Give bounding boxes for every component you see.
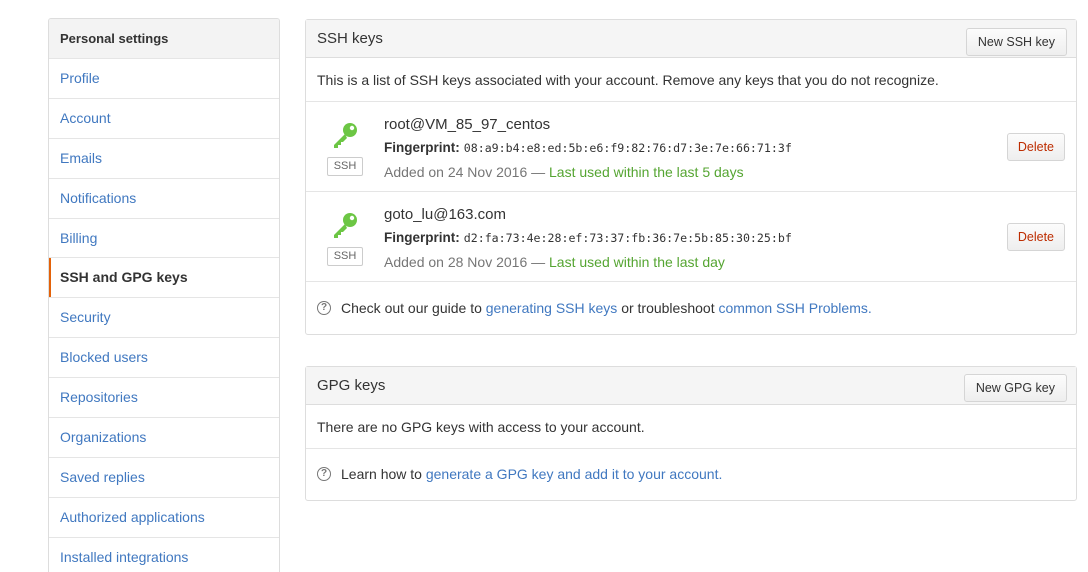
added-date: Added on 28 Nov 2016 —: [384, 254, 546, 270]
fingerprint-line: Fingerprint: d2:fa:73:4e:28:ef:73:37:fb:3…: [384, 230, 792, 245]
delete-key-button[interactable]: Delete: [1006, 223, 1065, 251]
fingerprint-value: 08:a9:b4:e8:ed:5b:e6:f9:82:76:d7:3e:7e:6…: [463, 141, 792, 155]
key-icon: [334, 213, 357, 238]
ssh-keys-intro: This is a list of SSH keys associated wi…: [306, 58, 1076, 102]
gpg-help-row: ? Learn how to generate a GPG key and ad…: [306, 449, 1076, 500]
key-icon: [334, 123, 357, 148]
ssh-help-suffix: .: [867, 300, 872, 316]
gpg-keys-panel: GPG keys New GPG key There are no GPG ke…: [305, 366, 1077, 501]
gpg-help-prefix: Learn how to: [341, 466, 422, 482]
sidebar-item-repositories[interactable]: Repositories: [49, 378, 279, 419]
ssh-key-row: SSH root@VM_85_97_centos Fingerprint: 08:…: [306, 102, 1076, 192]
ssh-help-prefix: Check out our guide to: [341, 300, 482, 316]
sidebar-header: Personal settings: [49, 19, 279, 59]
ssh-help-middle: or troubleshoot: [621, 300, 715, 316]
new-ssh-key-button[interactable]: New SSH key: [965, 28, 1067, 56]
fingerprint-label: Fingerprint:: [384, 140, 460, 155]
ssh-key-title: root@VM_85_97_centos: [384, 116, 551, 133]
added-line: Added on 24 Nov 2016 — Last used within …: [384, 164, 744, 180]
question-icon: ?: [317, 467, 331, 481]
sidebar-item-profile[interactable]: Profile: [49, 59, 279, 99]
generate-gpg-key-link[interactable]: generate a GPG key and add it to your ac…: [426, 466, 719, 482]
sidebar-item-billing[interactable]: Billing: [49, 219, 279, 259]
gpg-help-suffix: .: [718, 466, 723, 482]
gpg-keys-header: GPG keys New GPG key: [306, 367, 1076, 405]
ssh-key-title: goto_lu@163.com: [384, 206, 506, 223]
question-icon: ?: [317, 301, 331, 315]
fingerprint-line: Fingerprint: 08:a9:b4:e8:ed:5b:e6:f9:82:7…: [384, 140, 792, 155]
ssh-keys-header: SSH keys New SSH key: [306, 20, 1076, 58]
ssh-type-label: SSH: [327, 247, 363, 266]
sidebar-item-emails[interactable]: Emails: [49, 139, 279, 179]
ssh-help-row: ? Check out our guide to generating SSH …: [306, 282, 1076, 334]
fingerprint-value: d2:fa:73:4e:28:ef:73:37:fb:36:7e:5b:85:3…: [463, 231, 792, 245]
new-gpg-key-button[interactable]: New GPG key: [963, 374, 1067, 402]
last-used: Last used within the last day: [549, 254, 725, 270]
fingerprint-label: Fingerprint:: [384, 230, 460, 245]
sidebar-item-installed-integrations[interactable]: Installed integrations: [49, 538, 279, 572]
sidebar-item-authorized-applications[interactable]: Authorized applications: [49, 498, 279, 538]
ssh-keys-panel: SSH keys New SSH key This is a list of S…: [305, 19, 1077, 335]
ssh-type-label: SSH: [327, 157, 363, 176]
delete-key-button[interactable]: Delete: [1006, 133, 1065, 161]
added-date: Added on 24 Nov 2016 —: [384, 164, 546, 180]
sidebar-item-saved-replies[interactable]: Saved replies: [49, 458, 279, 498]
gpg-keys-title: GPG keys: [317, 377, 386, 394]
sidebar-item-account[interactable]: Account: [49, 99, 279, 139]
added-line: Added on 28 Nov 2016 — Last used within …: [384, 254, 725, 270]
settings-sidebar: Personal settings Profile Account Emails…: [48, 18, 280, 572]
last-used: Last used within the last 5 days: [549, 164, 744, 180]
sidebar-item-ssh-gpg-keys[interactable]: SSH and GPG keys: [49, 258, 279, 299]
common-ssh-problems-link[interactable]: common SSH Problems: [718, 300, 867, 316]
sidebar-item-blocked-users[interactable]: Blocked users: [49, 338, 279, 379]
gpg-empty-message: There are no GPG keys with access to you…: [306, 405, 1076, 449]
generating-ssh-keys-link[interactable]: generating SSH keys: [486, 300, 618, 316]
sidebar-item-organizations[interactable]: Organizations: [49, 418, 279, 458]
ssh-key-row: SSH goto_lu@163.com Fingerprint: d2:fa:73…: [306, 192, 1076, 282]
ssh-keys-title: SSH keys: [317, 30, 383, 47]
sidebar-item-security[interactable]: Security: [49, 298, 279, 339]
sidebar-item-notifications[interactable]: Notifications: [49, 179, 279, 219]
